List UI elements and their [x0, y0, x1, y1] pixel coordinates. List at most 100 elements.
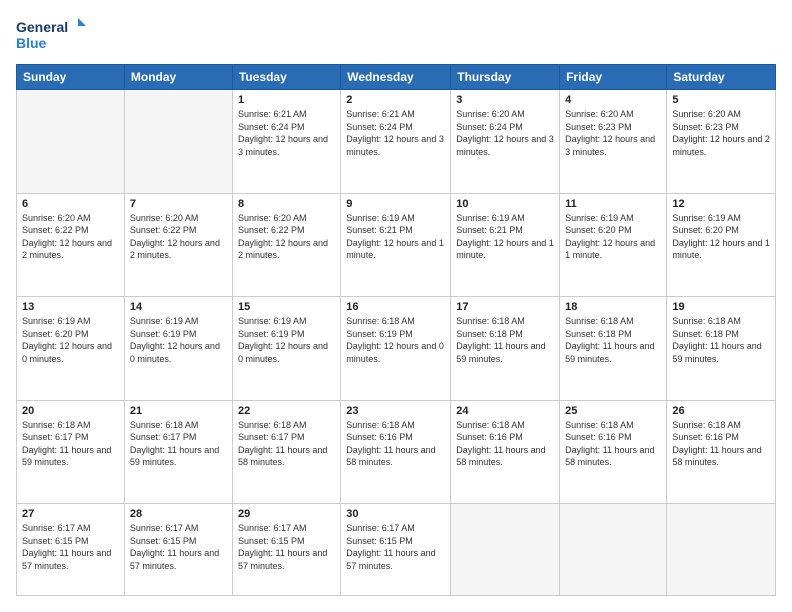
- calendar-cell: 4 Sunrise: 6:20 AM Sunset: 6:23 PM Daylig…: [560, 90, 667, 194]
- day-number: 3: [456, 94, 554, 106]
- day-info: Sunrise: 6:20 AM Sunset: 6:22 PM Dayligh…: [238, 212, 335, 262]
- day-info: Sunrise: 6:18 AM Sunset: 6:17 PM Dayligh…: [130, 419, 227, 469]
- day-number: 24: [456, 405, 554, 417]
- day-number: 1: [238, 94, 335, 106]
- day-number: 19: [672, 301, 770, 313]
- calendar-cell: 24 Sunrise: 6:18 AM Sunset: 6:16 PM Dayli…: [451, 400, 560, 504]
- day-number: 10: [456, 198, 554, 210]
- calendar-cell: [124, 90, 232, 194]
- day-info: Sunrise: 6:18 AM Sunset: 6:16 PM Dayligh…: [456, 419, 554, 469]
- day-number: 11: [565, 198, 661, 210]
- calendar-cell: 8 Sunrise: 6:20 AM Sunset: 6:22 PM Daylig…: [232, 193, 340, 297]
- calendar-cell: [451, 504, 560, 596]
- col-header-friday: Friday: [560, 65, 667, 90]
- day-info: Sunrise: 6:18 AM Sunset: 6:19 PM Dayligh…: [346, 315, 445, 365]
- calendar-cell: 9 Sunrise: 6:19 AM Sunset: 6:21 PM Daylig…: [341, 193, 451, 297]
- day-info: Sunrise: 6:20 AM Sunset: 6:23 PM Dayligh…: [565, 108, 661, 158]
- col-header-monday: Monday: [124, 65, 232, 90]
- svg-text:Blue: Blue: [16, 35, 47, 51]
- day-info: Sunrise: 6:18 AM Sunset: 6:16 PM Dayligh…: [565, 419, 661, 469]
- calendar-cell: 17Sunrise: 6:18 AM Sunset: 6:18 PM Dayli…: [451, 297, 560, 401]
- calendar-cell: 29 Sunrise: 6:17 AM Sunset: 6:15 PM Dayli…: [232, 504, 340, 596]
- page: General Blue SundayMondayTuesdayWednesda…: [0, 0, 792, 612]
- day-number: 2: [346, 94, 445, 106]
- day-info: Sunrise: 6:17 AM Sunset: 6:15 PM Dayligh…: [22, 522, 119, 572]
- day-number: 8: [238, 198, 335, 210]
- col-header-tuesday: Tuesday: [232, 65, 340, 90]
- calendar-cell: 6Sunrise: 6:20 AM Sunset: 6:22 PM Daylig…: [17, 193, 125, 297]
- calendar-cell: 5 Sunrise: 6:20 AM Sunset: 6:23 PM Daylig…: [667, 90, 776, 194]
- day-number: 5: [672, 94, 770, 106]
- day-info: Sunrise: 6:18 AM Sunset: 6:17 PM Dayligh…: [22, 419, 119, 469]
- calendar-cell: 19 Sunrise: 6:18 AM Sunset: 6:18 PM Dayli…: [667, 297, 776, 401]
- day-number: 20: [22, 405, 119, 417]
- day-number: 14: [130, 301, 227, 313]
- col-header-thursday: Thursday: [451, 65, 560, 90]
- day-info: Sunrise: 6:21 AM Sunset: 6:24 PM Dayligh…: [346, 108, 445, 158]
- day-info: Sunrise: 6:19 AM Sunset: 6:21 PM Dayligh…: [456, 212, 554, 262]
- calendar-header-row: SundayMondayTuesdayWednesdayThursdayFrid…: [17, 65, 776, 90]
- calendar-cell: [560, 504, 667, 596]
- calendar-cell: 12 Sunrise: 6:19 AM Sunset: 6:20 PM Dayli…: [667, 193, 776, 297]
- day-number: 7: [130, 198, 227, 210]
- day-info: Sunrise: 6:19 AM Sunset: 6:20 PM Dayligh…: [672, 212, 770, 262]
- day-number: 4: [565, 94, 661, 106]
- day-info: Sunrise: 6:19 AM Sunset: 6:21 PM Dayligh…: [346, 212, 445, 262]
- day-info: Sunrise: 6:17 AM Sunset: 6:15 PM Dayligh…: [130, 522, 227, 572]
- day-info: Sunrise: 6:19 AM Sunset: 6:20 PM Dayligh…: [22, 315, 119, 365]
- calendar-cell: 30Sunrise: 6:17 AM Sunset: 6:15 PM Dayli…: [341, 504, 451, 596]
- svg-text:General: General: [16, 19, 68, 35]
- day-info: Sunrise: 6:18 AM Sunset: 6:18 PM Dayligh…: [565, 315, 661, 365]
- day-info: Sunrise: 6:18 AM Sunset: 6:18 PM Dayligh…: [672, 315, 770, 365]
- day-number: 18: [565, 301, 661, 313]
- day-info: Sunrise: 6:18 AM Sunset: 6:16 PM Dayligh…: [346, 419, 445, 469]
- calendar-cell: 11 Sunrise: 6:19 AM Sunset: 6:20 PM Dayli…: [560, 193, 667, 297]
- day-info: Sunrise: 6:18 AM Sunset: 6:17 PM Dayligh…: [238, 419, 335, 469]
- day-info: Sunrise: 6:20 AM Sunset: 6:24 PM Dayligh…: [456, 108, 554, 158]
- day-number: 29: [238, 508, 335, 520]
- calendar-cell: 3 Sunrise: 6:20 AM Sunset: 6:24 PM Daylig…: [451, 90, 560, 194]
- logo-svg: General Blue: [16, 16, 86, 52]
- day-number: 16: [346, 301, 445, 313]
- day-number: 26: [672, 405, 770, 417]
- col-header-sunday: Sunday: [17, 65, 125, 90]
- day-number: 6: [22, 198, 119, 210]
- calendar-table: SundayMondayTuesdayWednesdayThursdayFrid…: [16, 64, 776, 596]
- col-header-wednesday: Wednesday: [341, 65, 451, 90]
- day-number: 23: [346, 405, 445, 417]
- day-info: Sunrise: 6:20 AM Sunset: 6:23 PM Dayligh…: [672, 108, 770, 158]
- logo: General Blue: [16, 16, 86, 52]
- calendar-cell: 25Sunrise: 6:18 AM Sunset: 6:16 PM Dayli…: [560, 400, 667, 504]
- calendar-cell: 10 Sunrise: 6:19 AM Sunset: 6:21 PM Dayli…: [451, 193, 560, 297]
- calendar-cell: [667, 504, 776, 596]
- calendar-cell: 23 Sunrise: 6:18 AM Sunset: 6:16 PM Dayli…: [341, 400, 451, 504]
- calendar-cell: 21 Sunrise: 6:18 AM Sunset: 6:17 PM Dayli…: [124, 400, 232, 504]
- calendar-cell: 1 Sunrise: 6:21 AM Sunset: 6:24 PM Daylig…: [232, 90, 340, 194]
- day-number: 9: [346, 198, 445, 210]
- day-number: 27: [22, 508, 119, 520]
- calendar-cell: 26 Sunrise: 6:18 AM Sunset: 6:16 PM Dayli…: [667, 400, 776, 504]
- calendar-cell: 16 Sunrise: 6:18 AM Sunset: 6:19 PM Dayli…: [341, 297, 451, 401]
- calendar-cell: 14Sunrise: 6:19 AM Sunset: 6:19 PM Dayli…: [124, 297, 232, 401]
- day-number: 15: [238, 301, 335, 313]
- day-info: Sunrise: 6:18 AM Sunset: 6:16 PM Dayligh…: [672, 419, 770, 469]
- day-number: 21: [130, 405, 227, 417]
- calendar-cell: 2 Sunrise: 6:21 AM Sunset: 6:24 PM Daylig…: [341, 90, 451, 194]
- calendar-cell: 20 Sunrise: 6:18 AM Sunset: 6:17 PM Dayli…: [17, 400, 125, 504]
- day-info: Sunrise: 6:19 AM Sunset: 6:19 PM Dayligh…: [238, 315, 335, 365]
- calendar-cell: 22Sunrise: 6:18 AM Sunset: 6:17 PM Dayli…: [232, 400, 340, 504]
- day-number: 12: [672, 198, 770, 210]
- calendar-cell: [17, 90, 125, 194]
- day-number: 13: [22, 301, 119, 313]
- calendar-cell: 15 Sunrise: 6:19 AM Sunset: 6:19 PM Dayli…: [232, 297, 340, 401]
- calendar-cell: 7 Sunrise: 6:20 AM Sunset: 6:22 PM Daylig…: [124, 193, 232, 297]
- day-info: Sunrise: 6:18 AM Sunset: 6:18 PM Dayligh…: [456, 315, 554, 365]
- calendar-cell: 18 Sunrise: 6:18 AM Sunset: 6:18 PM Dayli…: [560, 297, 667, 401]
- day-info: Sunrise: 6:20 AM Sunset: 6:22 PM Dayligh…: [130, 212, 227, 262]
- calendar-cell: 27 Sunrise: 6:17 AM Sunset: 6:15 PM Dayli…: [17, 504, 125, 596]
- day-info: Sunrise: 6:17 AM Sunset: 6:15 PM Dayligh…: [238, 522, 335, 572]
- day-info: Sunrise: 6:19 AM Sunset: 6:20 PM Dayligh…: [565, 212, 661, 262]
- calendar-cell: 13 Sunrise: 6:19 AM Sunset: 6:20 PM Dayli…: [17, 297, 125, 401]
- day-info: Sunrise: 6:21 AM Sunset: 6:24 PM Dayligh…: [238, 108, 335, 158]
- day-info: Sunrise: 6:17 AM Sunset: 6:15 PM Dayligh…: [346, 522, 445, 572]
